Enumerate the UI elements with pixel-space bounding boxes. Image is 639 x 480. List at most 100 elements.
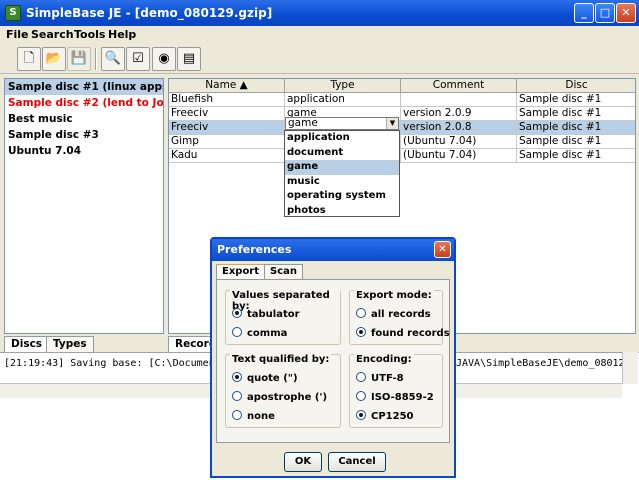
menu-help[interactable]: Help [108, 28, 136, 41]
radio-tabulator[interactable]: tabulator [232, 308, 300, 320]
radio-dot [232, 308, 242, 318]
radio-none[interactable]: none [232, 410, 275, 422]
list-item[interactable]: Ubuntu 7.04 [5, 143, 163, 159]
cell-name: Freeciv [169, 121, 285, 135]
cell-name: Kadu [169, 149, 285, 163]
log-vertical-scrollbar[interactable] [622, 352, 638, 384]
table-row[interactable]: Kadu (Ubuntu 7.04) Sample disc #1 [169, 149, 635, 163]
radio-dot [356, 410, 366, 420]
radio-cp1250[interactable]: CP1250 [356, 410, 414, 422]
dropdown-option[interactable]: game [285, 160, 399, 175]
radio-label: apostrophe (') [247, 392, 328, 403]
radio-dot [232, 391, 242, 401]
cell-disc: Sample disc #1 [517, 121, 635, 135]
chevron-down-icon[interactable]: ▼ [386, 118, 398, 129]
dropdown-option[interactable]: music [285, 175, 399, 190]
dropdown-option[interactable]: document [285, 146, 399, 161]
list-item[interactable]: Best music [5, 111, 163, 127]
database-icon[interactable]: ▤ [177, 47, 201, 71]
separated-group: Values separated by: tabulator comma [225, 290, 341, 345]
type-combo-value: game [288, 117, 318, 129]
tab-export[interactable]: Export [216, 264, 266, 279]
column-header-disc[interactable]: Disc [517, 79, 635, 93]
checklist-icon[interactable]: ☑ [126, 47, 150, 71]
disc-list: Sample disc #1 (linux apps) Sample disc … [4, 78, 164, 334]
table-row[interactable]: Freeciv game version 2.0.8 Sample disc #… [169, 121, 635, 135]
menu-file[interactable]: File [6, 28, 29, 41]
qualified-group: Text qualified by: quote (") apostrophe … [225, 354, 341, 428]
disc-icon[interactable]: ◉ [152, 47, 176, 71]
radio-label: comma [247, 328, 288, 339]
toolbar: 🗋 📂 💾 🔍 ☑ ◉ ▤ [0, 44, 639, 74]
export-panel: Values separated by: tabulator comma Exp… [216, 279, 450, 443]
radio-all-records[interactable]: all records [356, 308, 431, 320]
radio-apostrophe[interactable]: apostrophe (') [232, 391, 327, 403]
radio-label: none [247, 411, 275, 422]
column-header-type[interactable]: Type [285, 79, 401, 93]
table-row[interactable]: Freeciv game version 2.0.9 Sample disc #… [169, 107, 635, 121]
radio-dot [356, 308, 366, 318]
type-combo[interactable]: game ▼ [285, 117, 399, 130]
radio-dot [232, 327, 242, 337]
menu-tools[interactable]: Tools [74, 28, 105, 41]
group-label: Export mode: [354, 290, 434, 301]
radio-label: ISO-8859-2 [371, 392, 434, 403]
cell-name: Gimp [169, 135, 285, 149]
cell-disc: Sample disc #1 [517, 135, 635, 149]
radio-label: UTF-8 [371, 373, 404, 384]
title-bar[interactable]: S SimpleBase JE - [demo_080129.gzip] _ □… [0, 0, 639, 26]
column-header-name[interactable]: Name ▲ [169, 79, 285, 93]
radio-utf8[interactable]: UTF-8 [356, 372, 404, 384]
table-row[interactable]: Bluefish application Sample disc #1 [169, 93, 635, 107]
list-item[interactable]: Sample disc #1 (linux apps) [5, 79, 163, 95]
close-button[interactable]: ✕ [616, 3, 636, 23]
dialog-title-bar[interactable]: Preferences ✕ [212, 239, 454, 261]
dropdown-option[interactable]: application [285, 131, 399, 146]
cell-comment [401, 93, 517, 107]
radio-label: found records [371, 328, 450, 339]
radio-dot [356, 391, 366, 401]
radio-comma[interactable]: comma [232, 327, 287, 339]
save-icon[interactable]: 💾 [67, 47, 91, 71]
maximize-button[interactable]: □ [595, 3, 615, 23]
list-item[interactable]: Sample disc #3 [5, 127, 163, 143]
group-label: Text qualified by: [230, 354, 332, 365]
minimize-button[interactable]: _ [574, 3, 594, 23]
ok-button[interactable]: OK [284, 452, 322, 472]
dropdown-option[interactable]: photos [285, 204, 399, 219]
column-header-comment[interactable]: Comment [401, 79, 517, 93]
radio-dot [232, 410, 242, 420]
cell-type: application [285, 93, 401, 107]
radio-dot [356, 372, 366, 382]
dropdown-option[interactable]: operating system [285, 189, 399, 204]
close-icon[interactable]: ✕ [434, 241, 451, 258]
cell-disc: Sample disc #1 [517, 149, 635, 163]
radio-label: tabulator [247, 309, 300, 320]
tab-discs[interactable]: Discs [4, 336, 50, 352]
cell-comment: version 2.0.8 [401, 121, 517, 135]
main-window: S SimpleBase JE - [demo_080129.gzip] _ □… [0, 0, 639, 480]
radio-found-records[interactable]: found records [356, 327, 450, 339]
table-row[interactable]: Gimp (Ubuntu 7.04) Sample disc #1 [169, 135, 635, 149]
new-file-icon[interactable]: 🗋 [17, 47, 41, 71]
tab-scan[interactable]: Scan [264, 264, 303, 279]
cancel-button[interactable]: Cancel [328, 452, 386, 472]
radio-iso-8859-2[interactable]: ISO-8859-2 [356, 391, 434, 403]
cell-comment: (Ubuntu 7.04) [401, 135, 517, 149]
binoculars-icon[interactable]: 🔍 [101, 47, 125, 71]
cell-name: Bluefish [169, 93, 285, 107]
cell-comment: (Ubuntu 7.04) [401, 149, 517, 163]
radio-dot [356, 327, 366, 337]
menu-bar: File Search Tools Help [0, 26, 639, 44]
radio-dot [232, 372, 242, 382]
open-folder-icon[interactable]: 📂 [42, 47, 66, 71]
list-item[interactable]: Sample disc #2 (lend to John) [5, 95, 163, 111]
tab-types[interactable]: Types [46, 336, 94, 352]
menu-search[interactable]: Search [31, 28, 74, 41]
radio-quote[interactable]: quote (") [232, 372, 298, 384]
toolbar-separator [95, 48, 97, 70]
dialog-title: Preferences [217, 243, 292, 256]
cell-disc: Sample disc #1 [517, 93, 635, 107]
app-icon: S [5, 5, 21, 21]
type-dropdown: application document game music operatin… [284, 130, 400, 217]
